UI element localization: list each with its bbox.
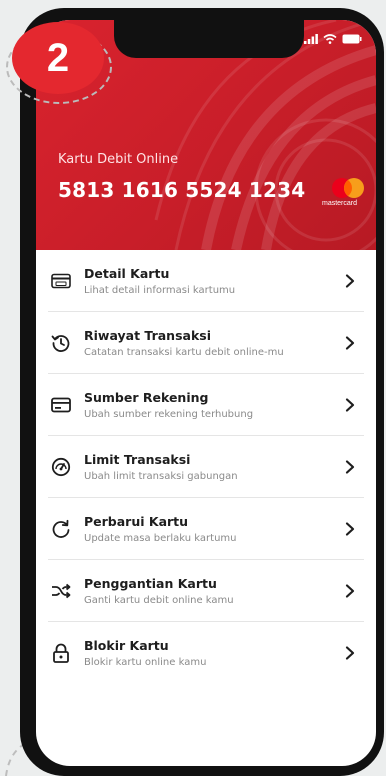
menu-item-subtitle: Blokir kartu online kamu — [84, 657, 207, 668]
menu-item-riwayat-transaksi[interactable]: Riwayat Transaksi Catatan transaksi kart… — [48, 312, 364, 374]
menu-item-title: Riwayat Transaksi — [84, 327, 211, 343]
menu-item-subtitle: Catatan transaksi kartu debit online-mu — [84, 346, 284, 358]
phone-notch — [114, 20, 304, 58]
menu-item-subtitle: Ubah sumber rekening terhubung — [84, 408, 254, 420]
menu-item-subtitle: Ubah limit transaksi gabungan — [84, 470, 238, 482]
chevron-right-icon — [345, 335, 355, 350]
refresh-icon — [50, 518, 72, 540]
cvv-card-icon — [50, 270, 72, 292]
card-source-icon — [50, 394, 72, 416]
step-number-badge: 2 — [12, 22, 104, 94]
chevron-right-icon — [345, 273, 355, 288]
menu-item-title: Perbarui Kartu — [84, 513, 189, 529]
card-menu-list: Detail Kartu Lihat detail informasi kart… — [36, 250, 376, 684]
menu-item-subtitle: Update masa berlaku kartumu — [84, 532, 237, 544]
wifi-icon — [323, 34, 337, 44]
status-bar — [304, 34, 362, 44]
menu-item-penggantian-kartu[interactable]: Penggantian Kartu Ganti kartu debit onli… — [48, 560, 364, 622]
chevron-right-icon — [345, 397, 355, 412]
lock-icon — [50, 642, 72, 664]
battery-icon — [342, 34, 362, 44]
menu-item-perbarui-kartu[interactable]: Perbarui Kartu Update masa berlaku kartu… — [48, 498, 364, 560]
chevron-right-icon — [345, 646, 355, 660]
menu-item-detail-kartu[interactable]: Detail Kartu Lihat detail informasi kart… — [48, 250, 364, 312]
menu-item-limit-transaksi[interactable]: Limit Transaksi Ubah limit transaksi gab… — [48, 436, 364, 498]
card-number: 5813 1616 5524 1234 — [58, 178, 306, 202]
menu-item-title: Limit Transaksi — [84, 451, 191, 467]
gauge-icon — [50, 456, 72, 478]
card-type-label: Kartu Debit Online — [58, 152, 179, 167]
menu-item-subtitle: Ganti kartu debit online kamu — [84, 594, 234, 606]
chevron-right-icon — [345, 459, 355, 474]
menu-item-sumber-rekening[interactable]: Sumber Rekening Ubah sumber rekening ter… — [48, 374, 364, 436]
history-icon — [50, 332, 72, 354]
mastercard-wordmark: mastercard — [322, 200, 358, 207]
menu-item-title: Detail Kartu — [84, 265, 170, 281]
menu-item-title: Blokir Kartu — [84, 638, 169, 653]
menu-item-title: Penggantian Kartu — [84, 575, 217, 591]
shuffle-icon — [50, 580, 72, 602]
phone-screen: Kartu Debit Online 5813 1616 5524 1234 m… — [36, 20, 376, 766]
menu-item-title: Sumber Rekening — [84, 389, 209, 405]
signal-icon — [304, 34, 318, 44]
chevron-right-icon — [345, 521, 355, 536]
menu-item-blokir-kartu[interactable]: Blokir Kartu Blokir kartu online kamu — [48, 622, 364, 684]
chevron-right-icon — [345, 583, 355, 598]
menu-item-subtitle: Lihat detail informasi kartumu — [84, 284, 236, 296]
